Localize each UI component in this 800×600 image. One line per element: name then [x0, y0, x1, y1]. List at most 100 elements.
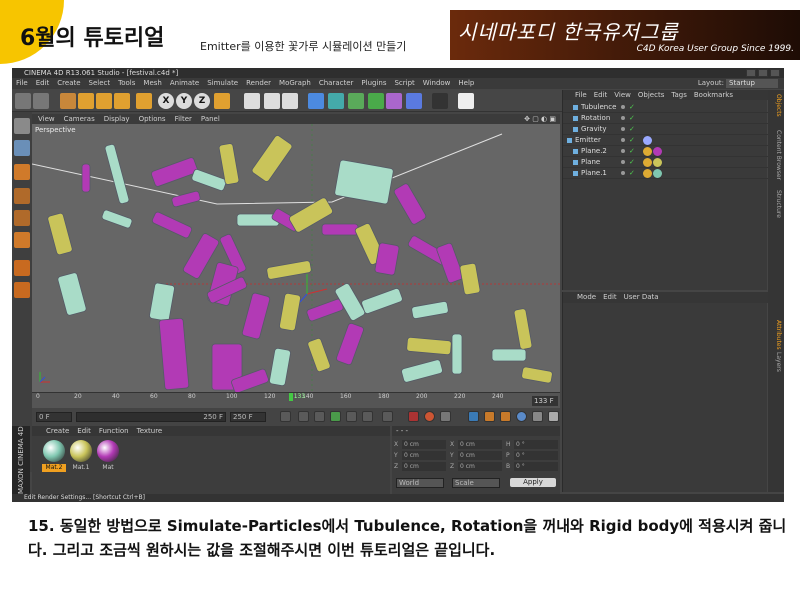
- timeline-menu-icon[interactable]: [548, 411, 559, 422]
- edge-mode-icon[interactable]: [14, 210, 30, 226]
- object-tag-icon[interactable]: [643, 147, 652, 156]
- deformer-icon[interactable]: [386, 93, 402, 109]
- material-swatch[interactable]: Mat.1: [69, 440, 93, 476]
- maximize-button[interactable]: [758, 69, 768, 77]
- visibility-dot[interactable]: [621, 149, 625, 153]
- menu-window[interactable]: Window: [423, 78, 451, 89]
- light-icon[interactable]: [458, 93, 474, 109]
- menu-script[interactable]: Script: [394, 78, 414, 89]
- menu-character[interactable]: Character: [319, 78, 354, 89]
- object-menu-file[interactable]: File: [575, 90, 587, 100]
- object-tag-icon[interactable]: [643, 158, 652, 167]
- minimize-button[interactable]: [746, 69, 756, 77]
- coord-value-field[interactable]: 0 cm: [458, 440, 502, 449]
- coord-value-field[interactable]: 0 °: [514, 462, 558, 471]
- menu-select[interactable]: Select: [89, 78, 111, 89]
- object-tag-icon[interactable]: [643, 169, 652, 178]
- viewport-menu-filter[interactable]: Filter: [175, 114, 192, 124]
- coord-value-field[interactable]: 0 cm: [402, 462, 446, 471]
- autokey-icon[interactable]: [424, 411, 435, 422]
- object-tag-icon[interactable]: [653, 169, 662, 178]
- axis-mode-icon[interactable]: [14, 260, 30, 276]
- timeline-cursor[interactable]: [288, 393, 293, 401]
- visibility-dot[interactable]: [621, 171, 625, 175]
- object-row[interactable]: Rotation ✓: [563, 113, 768, 124]
- viewport-menu-view[interactable]: View: [38, 114, 55, 124]
- menu-plugins[interactable]: Plugins: [361, 78, 386, 89]
- rotate-icon[interactable]: [114, 93, 130, 109]
- attribute-menu-edit[interactable]: Edit: [603, 292, 617, 303]
- object-menu-bookmarks[interactable]: Bookmarks: [694, 90, 733, 100]
- attribute-menu-user-data[interactable]: User Data: [624, 292, 659, 303]
- scale-icon[interactable]: [96, 93, 112, 109]
- coord-mode-select[interactable]: World: [396, 478, 444, 488]
- camera-icon[interactable]: [432, 93, 448, 109]
- menu-create[interactable]: Create: [57, 78, 80, 89]
- object-row[interactable]: Gravity ✓: [563, 124, 768, 135]
- visibility-dot[interactable]: [621, 127, 625, 131]
- object-mode-icon[interactable]: [14, 188, 30, 204]
- menu-simulate[interactable]: Simulate: [207, 78, 238, 89]
- material-menu-texture[interactable]: Texture: [137, 426, 163, 436]
- parameter-key-icon[interactable]: [516, 411, 527, 422]
- start-frame-field[interactable]: 0 F: [36, 412, 72, 422]
- object-row[interactable]: Plane.1 ✓: [563, 168, 768, 179]
- menu-tools[interactable]: Tools: [118, 78, 135, 89]
- coord-value-field[interactable]: 0 cm: [458, 462, 502, 471]
- layout-select[interactable]: Startup: [726, 79, 778, 88]
- menu-edit[interactable]: Edit: [36, 78, 50, 89]
- menu-render[interactable]: Render: [246, 78, 271, 89]
- prev-frame-icon[interactable]: [314, 411, 325, 422]
- play-icon[interactable]: [330, 411, 341, 422]
- side-tab-content-browser[interactable]: Content Browser: [770, 130, 782, 180]
- enabled-check-icon[interactable]: ✓: [629, 102, 635, 113]
- material-swatch[interactable]: Mat: [96, 440, 120, 476]
- render-settings-icon[interactable]: [282, 93, 298, 109]
- side-tab-attributes[interactable]: Attributes: [770, 320, 782, 350]
- select-arrow-icon[interactable]: [60, 93, 76, 109]
- rotation-key-icon[interactable]: [500, 411, 511, 422]
- axis-y-icon[interactable]: Y: [176, 93, 192, 109]
- model-mode-icon[interactable]: [14, 140, 30, 156]
- visibility-dot[interactable]: [621, 160, 625, 164]
- polygon-mode-icon[interactable]: [14, 232, 30, 248]
- model-icon[interactable]: [136, 93, 152, 109]
- viewport-nav-icons[interactable]: ✥ ▢ ◐ ▣: [524, 114, 556, 124]
- range-slider[interactable]: 250 F: [76, 412, 226, 422]
- object-tag-icon[interactable]: [653, 158, 662, 167]
- material-menu-edit[interactable]: Edit: [77, 426, 91, 436]
- menu-mesh[interactable]: Mesh: [143, 78, 161, 89]
- undo-icon[interactable]: [15, 93, 31, 109]
- goto-start-icon[interactable]: [280, 411, 291, 422]
- keyframe-selection-icon[interactable]: [440, 411, 451, 422]
- enabled-check-icon[interactable]: ✓: [629, 146, 635, 157]
- menu-help[interactable]: Help: [458, 78, 474, 89]
- move-icon[interactable]: [78, 93, 94, 109]
- object-row[interactable]: Emitter ✓: [563, 135, 768, 146]
- material-swatch[interactable]: Mat.2: [42, 440, 66, 476]
- side-tab-structure[interactable]: Structure: [770, 190, 782, 218]
- snap-icon[interactable]: [14, 282, 30, 298]
- redo-icon[interactable]: [33, 93, 49, 109]
- object-menu-edit[interactable]: Edit: [594, 90, 608, 100]
- pla-key-icon[interactable]: [532, 411, 543, 422]
- next-frame-icon[interactable]: [346, 411, 357, 422]
- coord-value-field[interactable]: 0 cm: [402, 451, 446, 460]
- object-menu-view[interactable]: View: [614, 90, 631, 100]
- size-mode-select[interactable]: Scale: [452, 478, 500, 488]
- menu-animate[interactable]: Animate: [170, 78, 199, 89]
- enabled-check-icon[interactable]: ✓: [629, 113, 635, 124]
- object-menu-objects[interactable]: Objects: [638, 90, 664, 100]
- cube-icon[interactable]: [308, 93, 324, 109]
- viewport-menu-panel[interactable]: Panel: [201, 114, 220, 124]
- side-tab-layers[interactable]: Layers: [770, 352, 782, 372]
- points-mode-icon[interactable]: [14, 118, 30, 134]
- side-tab-objects[interactable]: Objects: [770, 94, 782, 117]
- position-key-icon[interactable]: [468, 411, 479, 422]
- coord-value-field[interactable]: 0 cm: [458, 451, 502, 460]
- next-key-icon[interactable]: [362, 411, 373, 422]
- attribute-menu-mode[interactable]: Mode: [577, 292, 596, 303]
- end-frame-field[interactable]: 250 F: [230, 412, 266, 422]
- axis-z-icon[interactable]: Z: [194, 93, 210, 109]
- prev-key-icon[interactable]: [298, 411, 309, 422]
